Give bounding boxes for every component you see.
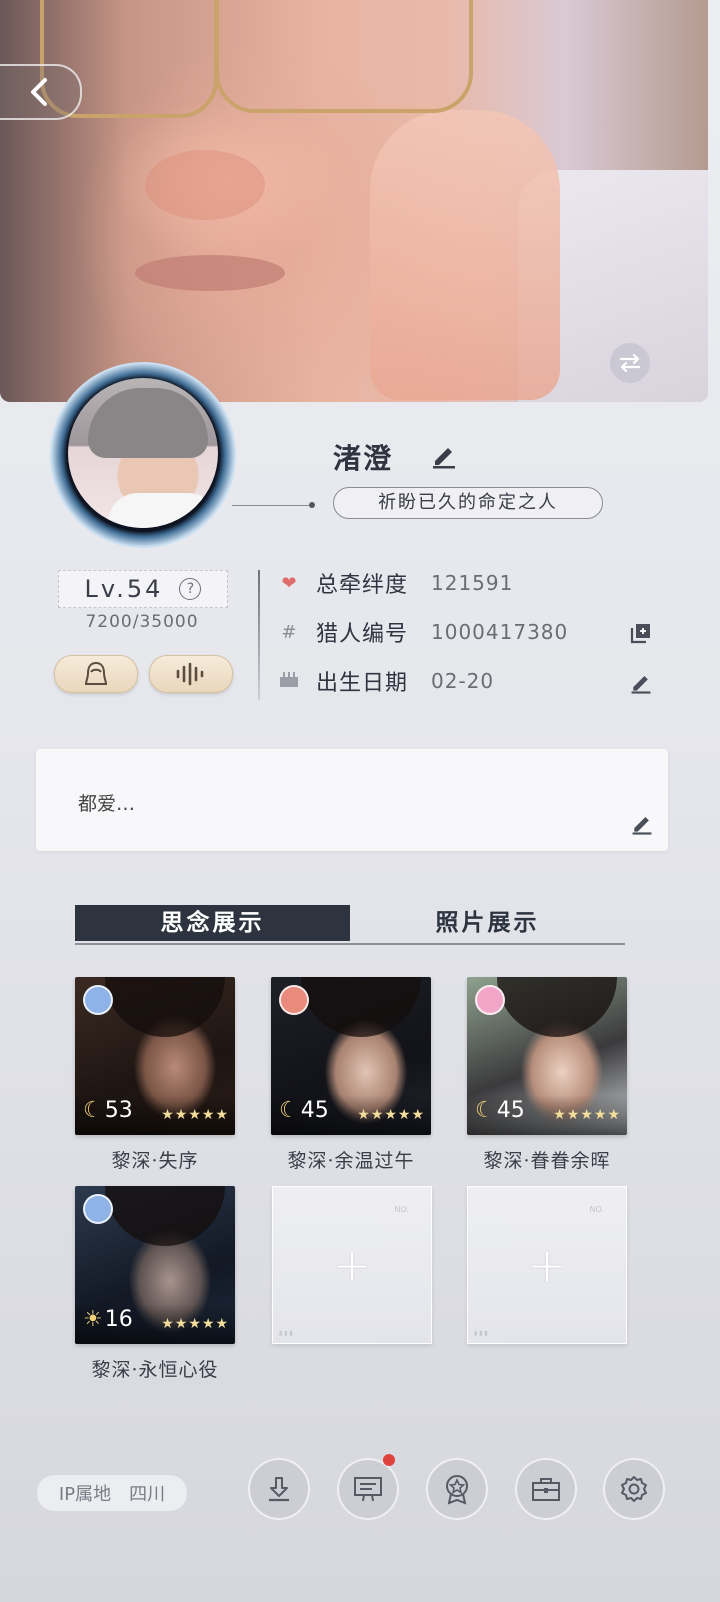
card-name: 黎深·余温过午	[287, 1150, 415, 1172]
card-name: 黎深·失序	[111, 1150, 199, 1172]
moon-icon: ☾	[279, 1098, 299, 1123]
showcase-tabs: 思念展示 照片展示	[75, 905, 625, 945]
profile-banner	[0, 0, 708, 402]
badge-icon	[446, 1475, 468, 1505]
card-stars: ★★★★★	[161, 1316, 229, 1332]
settings-button[interactable]	[603, 1458, 665, 1520]
ip-value: 四川	[129, 1484, 166, 1505]
level-box: Lv.54 ?	[58, 570, 228, 608]
ip-label: IP属地	[58, 1484, 112, 1505]
copy-id-button[interactable]	[628, 620, 654, 646]
hash-icon: #	[281, 621, 297, 643]
swap-icon	[619, 353, 641, 373]
card-rarity-badge	[83, 985, 113, 1015]
voice-button[interactable]	[149, 655, 233, 693]
memory-card[interactable]: ☾ 53 ★★★★★	[75, 977, 235, 1135]
bond-row: ❤ 总牵绊度 121591	[278, 568, 513, 598]
bond-value: 121591	[431, 571, 514, 595]
card-level: ☾ 45	[475, 1098, 525, 1123]
profile-name: 渚澄	[333, 442, 394, 475]
hunter-id-row: # 猎人编号 1000417380	[278, 617, 568, 647]
memory-card[interactable]: ☀ 16 ★★★★★	[75, 1186, 235, 1344]
back-icon	[31, 78, 47, 106]
card-level: ☀ 16	[83, 1307, 133, 1332]
heart-icon: ❤	[281, 572, 297, 594]
edit-name-button[interactable]	[430, 441, 458, 473]
avatar-outline-icon	[84, 661, 108, 685]
cake-icon	[278, 670, 300, 693]
edit-birthday-button[interactable]	[628, 669, 654, 695]
card-name: 黎深·眷眷余晖	[483, 1150, 611, 1172]
title-badge[interactable]: 祈盼已久的命定之人	[333, 487, 603, 519]
card-rarity-badge	[475, 985, 505, 1015]
download-icon	[269, 1477, 289, 1502]
tab-memories[interactable]: 思念展示	[75, 905, 350, 941]
empty-card-slot[interactable]: NO. + ▮ ▮ ▮	[272, 1186, 432, 1344]
sun-icon: ☀	[83, 1307, 103, 1332]
level-text: Lv.54	[84, 575, 164, 603]
ip-location: IP属地 四川	[36, 1474, 188, 1512]
bond-label: 总牵绊度	[316, 573, 409, 598]
tab-photos[interactable]: 照片展示	[350, 905, 625, 941]
avatar-change-button[interactable]	[54, 655, 138, 693]
bag-button[interactable]	[515, 1458, 577, 1520]
card-stars: ★★★★★	[161, 1107, 229, 1123]
back-button[interactable]	[0, 64, 82, 120]
message-board-button[interactable]	[337, 1458, 399, 1520]
avatar[interactable]	[68, 378, 218, 528]
title-connector	[232, 502, 315, 508]
signature-box[interactable]: 都爱…	[36, 749, 668, 851]
notification-dot	[383, 1454, 395, 1466]
edit-icon	[632, 817, 652, 835]
moon-icon: ☾	[83, 1098, 103, 1123]
message-board-icon	[354, 1477, 382, 1502]
card-stars: ★★★★★	[553, 1107, 621, 1123]
card-name: 黎深·永恒心役	[91, 1359, 219, 1381]
info-divider	[258, 570, 260, 700]
edit-icon	[433, 448, 455, 469]
edit-icon	[631, 676, 651, 694]
card-rarity-badge	[83, 1194, 113, 1224]
moon-icon: ☾	[475, 1098, 495, 1123]
signature-text: 都爱…	[78, 793, 136, 815]
add-icon: +	[527, 1238, 567, 1292]
card-stars: ★★★★★	[357, 1107, 425, 1123]
swap-banner-button[interactable]	[610, 343, 650, 383]
exp-progress: 7200/35000	[85, 612, 199, 632]
voice-wave-icon	[176, 662, 204, 686]
hunter-id-label: 猎人编号	[316, 622, 409, 647]
download-button[interactable]	[248, 1458, 310, 1520]
card-level: ☾ 53	[83, 1098, 133, 1123]
add-icon: +	[332, 1238, 372, 1292]
birthday-value: 02-20	[431, 669, 495, 693]
hunter-id-value: 1000417380	[431, 620, 569, 644]
edit-signature-button[interactable]	[630, 811, 654, 839]
memory-card[interactable]: ☾ 45 ★★★★★	[271, 977, 431, 1135]
birthday-row: 出生日期 02-20	[278, 666, 494, 696]
copy-icon	[630, 624, 650, 644]
card-rarity-badge	[279, 985, 309, 1015]
empty-card-slot[interactable]: NO. + ▮ ▮ ▮	[467, 1186, 627, 1344]
badge-button[interactable]	[426, 1458, 488, 1520]
card-level: ☾ 45	[279, 1098, 329, 1123]
help-icon[interactable]: ?	[179, 578, 202, 600]
settings-icon	[621, 1476, 647, 1502]
birthday-label: 出生日期	[316, 671, 409, 696]
memory-card[interactable]: ☾ 45 ★★★★★	[467, 977, 627, 1135]
briefcase-icon	[532, 1478, 560, 1501]
